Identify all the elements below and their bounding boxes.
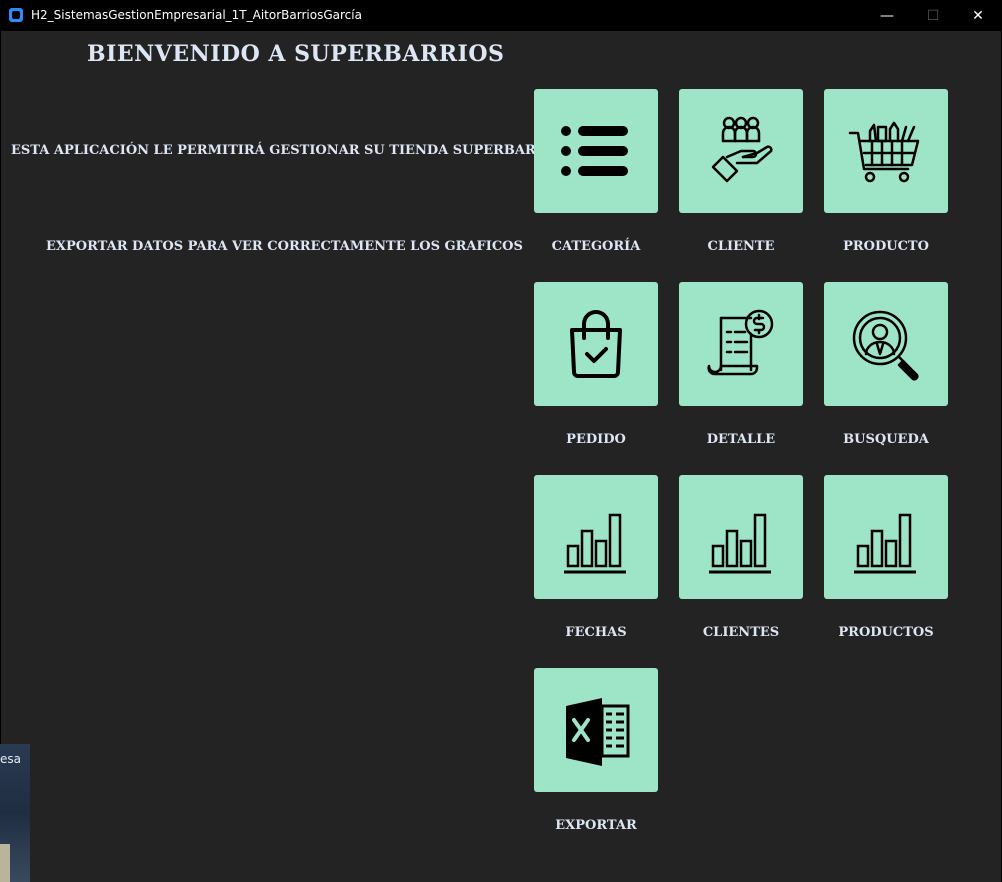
window-title: H2_SistemasGestionEmpresarial_1T_AitorBa… — [31, 8, 362, 22]
title-bar[interactable]: H2_SistemasGestionEmpresarial_1T_AitorBa… — [0, 0, 1002, 31]
person-search-icon — [852, 310, 919, 381]
exportar-button[interactable] — [534, 668, 658, 792]
fechas-chart-button[interactable] — [534, 475, 658, 599]
productos-label: PRODUCTOS — [838, 625, 934, 640]
customers-hand-icon — [711, 116, 773, 183]
categoria-label: CATEGORÍA — [551, 239, 641, 254]
main-window-content: BIENVENIDO A SUPERBARRIOS ESTA APLICACIÓ… — [1, 31, 1001, 882]
pedido-label: PEDIDO — [566, 432, 626, 447]
list-icon — [561, 126, 628, 176]
background-window-fragment[interactable]: esa — [0, 744, 30, 882]
clientes-label: CLIENTES — [702, 625, 780, 640]
shopping-cart-icon — [848, 121, 920, 183]
detalle-label: DETALLE — [706, 432, 776, 447]
bar-chart-icon — [564, 513, 626, 574]
detalle-button[interactable] — [679, 282, 803, 406]
pedido-button[interactable] — [534, 282, 658, 406]
background-paper — [0, 844, 10, 882]
producto-button[interactable] — [824, 89, 948, 213]
fechas-label: FECHAS — [565, 625, 627, 640]
minimize-button[interactable]: — — [864, 0, 910, 31]
bar-chart-icon — [854, 513, 916, 574]
busqueda-label: BUSQUEDA — [843, 432, 929, 447]
app-description: ESTA APLICACIÓN LE PERMITIRÁ GESTIONAR S… — [11, 143, 574, 158]
excel-icon — [566, 698, 630, 766]
exportar-label: EXPORTAR — [555, 818, 637, 833]
productos-chart-button[interactable] — [824, 475, 948, 599]
export-hint: EXPORTAR DATOS PARA VER CORRECTAMENTE LO… — [46, 239, 523, 254]
categoria-button[interactable] — [534, 89, 658, 213]
shopping-bag-check-icon — [570, 310, 622, 378]
invoice-dollar-icon — [707, 309, 774, 376]
background-window-text: esa — [0, 752, 21, 766]
busqueda-button[interactable] — [824, 282, 948, 406]
maximize-button[interactable]: ☐ — [910, 0, 956, 31]
producto-label: PRODUCTO — [843, 239, 929, 254]
close-button[interactable]: ✕ — [955, 0, 1001, 31]
page-title: BIENVENIDO A SUPERBARRIOS — [87, 41, 505, 67]
cliente-label: CLIENTE — [707, 239, 775, 254]
bar-chart-icon — [709, 513, 771, 574]
cliente-button[interactable] — [679, 89, 803, 213]
clientes-chart-button[interactable] — [679, 475, 803, 599]
app-icon — [9, 8, 23, 22]
